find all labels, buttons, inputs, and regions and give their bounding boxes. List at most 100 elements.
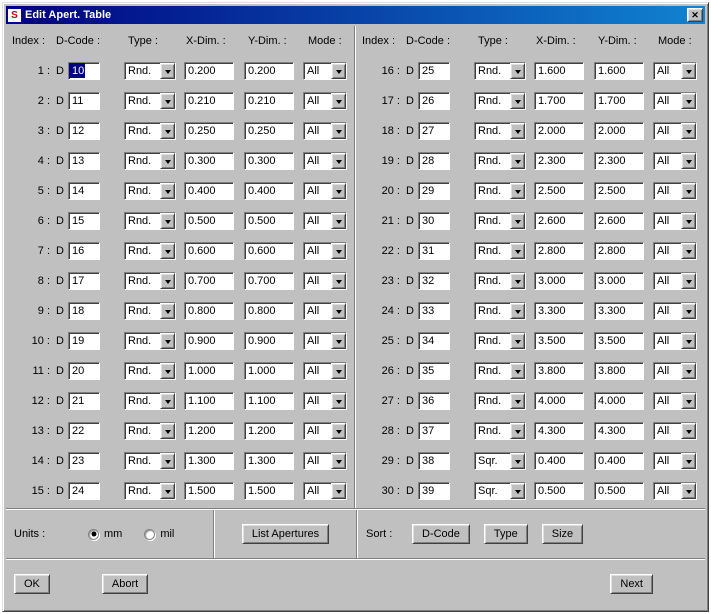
mode-dropdown[interactable]: All xyxy=(653,482,697,500)
chevron-down-icon[interactable] xyxy=(331,183,346,199)
chevron-down-icon[interactable] xyxy=(510,483,525,499)
mode-dropdown[interactable]: All xyxy=(653,332,697,350)
dcode-input[interactable]: 24 xyxy=(68,482,100,500)
dcode-input[interactable]: 19 xyxy=(68,332,100,350)
type-dropdown[interactable]: Rnd. xyxy=(124,272,176,290)
mode-dropdown[interactable]: All xyxy=(653,122,697,140)
xdim-input[interactable]: 1.000 xyxy=(184,362,234,380)
xdim-input[interactable]: 1.500 xyxy=(184,482,234,500)
mode-dropdown[interactable]: All xyxy=(303,392,347,410)
chevron-down-icon[interactable] xyxy=(331,273,346,289)
dcode-input[interactable]: 13 xyxy=(68,152,100,170)
ydim-input[interactable]: 0.800 xyxy=(244,302,294,320)
units-mm-radio[interactable] xyxy=(88,529,99,540)
chevron-down-icon[interactable] xyxy=(681,183,696,199)
chevron-down-icon[interactable] xyxy=(160,213,175,229)
chevron-down-icon[interactable] xyxy=(681,273,696,289)
type-dropdown[interactable]: Rnd. xyxy=(474,62,526,80)
type-dropdown[interactable]: Rnd. xyxy=(474,92,526,110)
ydim-input[interactable]: 0.900 xyxy=(244,332,294,350)
dcode-input[interactable]: 10 xyxy=(68,62,100,80)
chevron-down-icon[interactable] xyxy=(331,363,346,379)
ydim-input[interactable]: 0.600 xyxy=(244,242,294,260)
xdim-input[interactable]: 2.800 xyxy=(534,242,584,260)
ydim-input[interactable]: 1.200 xyxy=(244,422,294,440)
ydim-input[interactable]: 1.700 xyxy=(594,92,644,110)
title-bar[interactable]: S Edit Apert. Table ✕ xyxy=(6,6,705,24)
ydim-input[interactable]: 1.500 xyxy=(244,482,294,500)
sort-size-button[interactable]: Size xyxy=(542,524,583,544)
mode-dropdown[interactable]: All xyxy=(653,362,697,380)
chevron-down-icon[interactable] xyxy=(510,303,525,319)
chevron-down-icon[interactable] xyxy=(510,243,525,259)
sort-dcode-button[interactable]: D-Code xyxy=(412,524,470,544)
type-dropdown[interactable]: Rnd. xyxy=(474,422,526,440)
chevron-down-icon[interactable] xyxy=(510,333,525,349)
chevron-down-icon[interactable] xyxy=(331,393,346,409)
ydim-input[interactable]: 3.000 xyxy=(594,272,644,290)
chevron-down-icon[interactable] xyxy=(510,213,525,229)
ydim-input[interactable]: 0.700 xyxy=(244,272,294,290)
ydim-input[interactable]: 3.500 xyxy=(594,332,644,350)
xdim-input[interactable]: 0.250 xyxy=(184,122,234,140)
xdim-input[interactable]: 0.900 xyxy=(184,332,234,350)
type-dropdown[interactable]: Rnd. xyxy=(474,182,526,200)
ydim-input[interactable]: 2.500 xyxy=(594,182,644,200)
xdim-input[interactable]: 3.000 xyxy=(534,272,584,290)
mode-dropdown[interactable]: All xyxy=(653,422,697,440)
xdim-input[interactable]: 2.000 xyxy=(534,122,584,140)
type-dropdown[interactable]: Rnd. xyxy=(124,62,176,80)
chevron-down-icon[interactable] xyxy=(160,483,175,499)
close-button[interactable]: ✕ xyxy=(687,8,703,22)
ydim-input[interactable]: 3.300 xyxy=(594,302,644,320)
chevron-down-icon[interactable] xyxy=(681,63,696,79)
chevron-down-icon[interactable] xyxy=(160,333,175,349)
units-option-mil[interactable]: mil xyxy=(144,528,174,540)
chevron-down-icon[interactable] xyxy=(681,213,696,229)
chevron-down-icon[interactable] xyxy=(331,333,346,349)
dcode-input[interactable]: 33 xyxy=(418,302,450,320)
ydim-input[interactable]: 0.200 xyxy=(244,62,294,80)
xdim-input[interactable]: 2.500 xyxy=(534,182,584,200)
type-dropdown[interactable]: Rnd. xyxy=(124,122,176,140)
xdim-input[interactable]: 3.500 xyxy=(534,332,584,350)
chevron-down-icon[interactable] xyxy=(681,243,696,259)
chevron-down-icon[interactable] xyxy=(510,183,525,199)
chevron-down-icon[interactable] xyxy=(160,93,175,109)
mode-dropdown[interactable]: All xyxy=(653,452,697,470)
chevron-down-icon[interactable] xyxy=(160,123,175,139)
type-dropdown[interactable]: Rnd. xyxy=(124,332,176,350)
dcode-input[interactable]: 30 xyxy=(418,212,450,230)
dcode-input[interactable]: 20 xyxy=(68,362,100,380)
xdim-input[interactable]: 0.200 xyxy=(184,62,234,80)
type-dropdown[interactable]: Sqr. xyxy=(474,452,526,470)
type-dropdown[interactable]: Rnd. xyxy=(124,242,176,260)
dcode-input[interactable]: 18 xyxy=(68,302,100,320)
chevron-down-icon[interactable] xyxy=(160,363,175,379)
list-apertures-button[interactable]: List Apertures xyxy=(242,524,329,544)
chevron-down-icon[interactable] xyxy=(510,363,525,379)
units-mm-label[interactable]: mm xyxy=(104,528,122,540)
mode-dropdown[interactable]: All xyxy=(303,62,347,80)
type-dropdown[interactable]: Rnd. xyxy=(124,152,176,170)
mode-dropdown[interactable]: All xyxy=(653,212,697,230)
ydim-input[interactable]: 2.000 xyxy=(594,122,644,140)
ydim-input[interactable]: 2.800 xyxy=(594,242,644,260)
mode-dropdown[interactable]: All xyxy=(303,302,347,320)
dcode-input[interactable]: 23 xyxy=(68,452,100,470)
ydim-input[interactable]: 0.500 xyxy=(594,482,644,500)
mode-dropdown[interactable]: All xyxy=(303,272,347,290)
ydim-input[interactable]: 0.210 xyxy=(244,92,294,110)
xdim-input[interactable]: 0.700 xyxy=(184,272,234,290)
dcode-input[interactable]: 15 xyxy=(68,212,100,230)
type-dropdown[interactable]: Rnd. xyxy=(124,182,176,200)
dcode-input[interactable]: 29 xyxy=(418,182,450,200)
xdim-input[interactable]: 0.300 xyxy=(184,152,234,170)
type-dropdown[interactable]: Rnd. xyxy=(474,152,526,170)
dcode-input[interactable]: 32 xyxy=(418,272,450,290)
mode-dropdown[interactable]: All xyxy=(653,302,697,320)
dcode-input[interactable]: 12 xyxy=(68,122,100,140)
chevron-down-icon[interactable] xyxy=(331,63,346,79)
type-dropdown[interactable]: Sqr. xyxy=(474,482,526,500)
next-button[interactable]: Next xyxy=(610,574,653,594)
